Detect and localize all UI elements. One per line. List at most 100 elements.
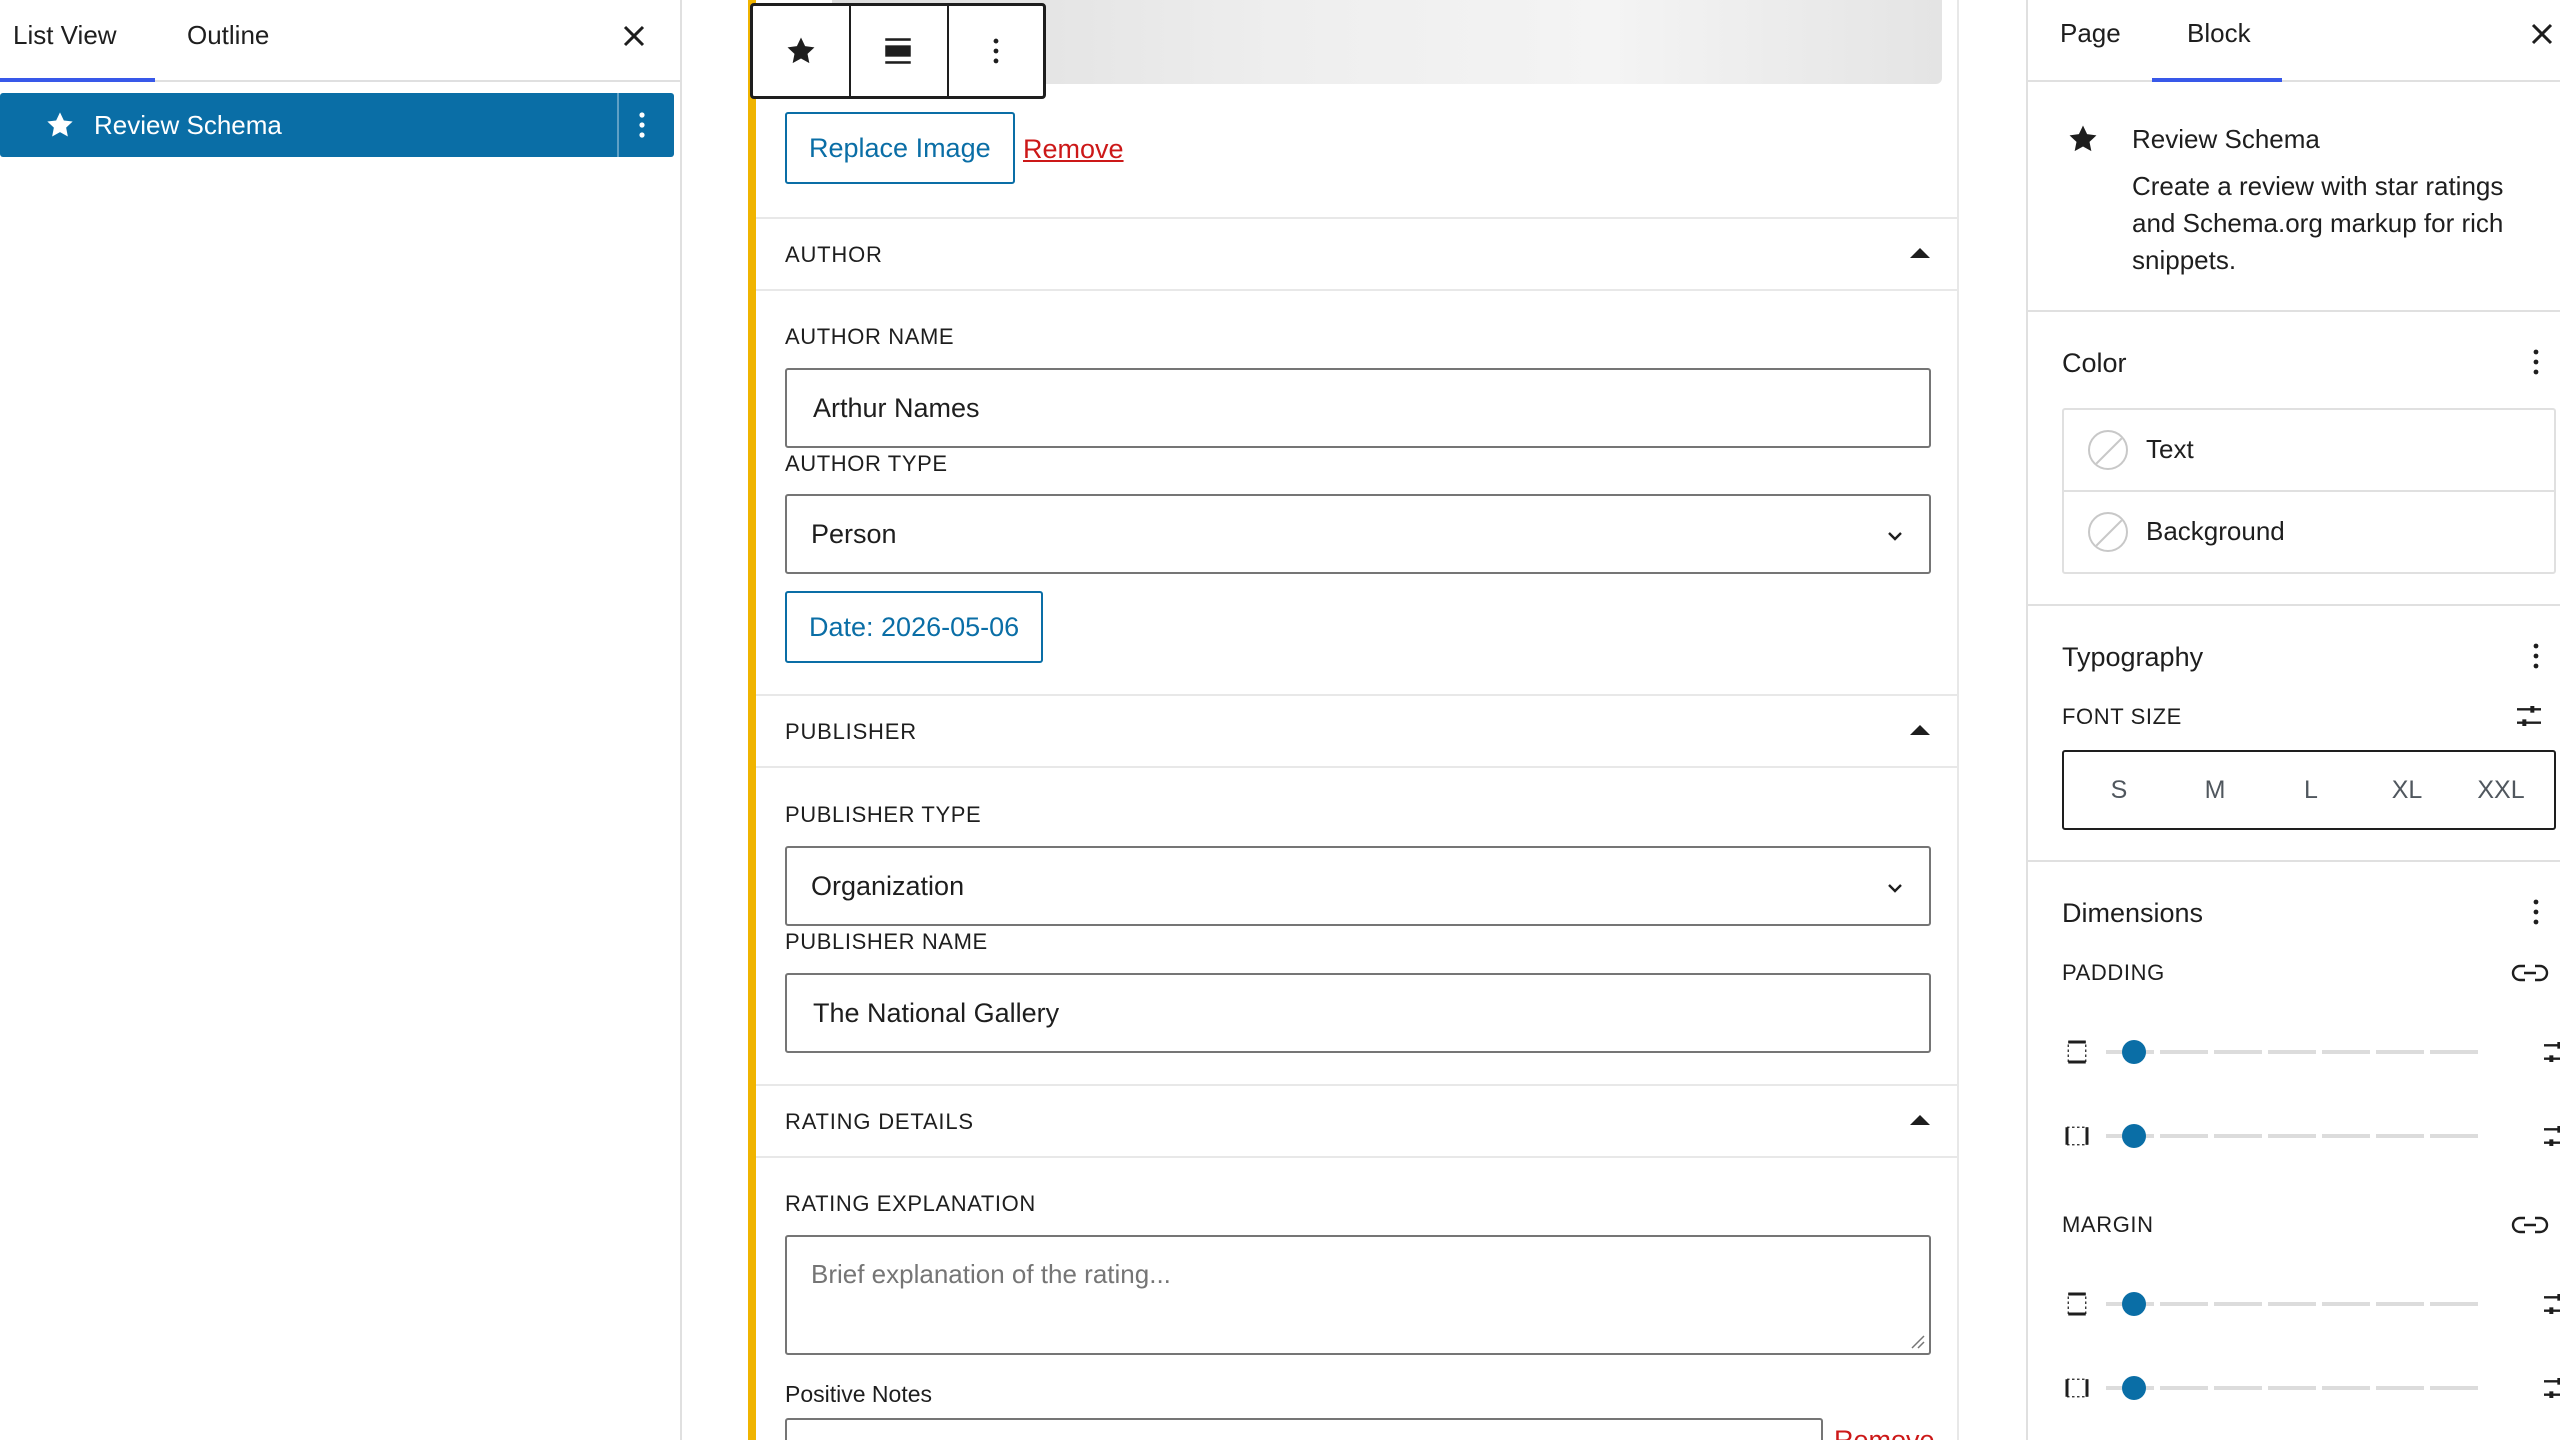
font-size-label: FONT SIZE xyxy=(2062,704,2182,729)
font-size-s[interactable]: S xyxy=(2084,770,2154,810)
caret-up-icon xyxy=(1910,725,1930,735)
publisher-type-value: Organization xyxy=(811,871,965,901)
margin-horizontal-row xyxy=(2062,1368,2560,1408)
font-size-l[interactable]: L xyxy=(2276,770,2346,810)
chevron-down-icon xyxy=(1888,884,1902,893)
padding-horizontal-row xyxy=(2062,1116,2560,1156)
positive-notes-label: Positive Notes xyxy=(785,1381,933,1407)
list-view-panel: List View Outline Review Schema xyxy=(0,0,682,1440)
more-vertical-icon[interactable] xyxy=(2524,636,2548,676)
remove-positive-note-link[interactable]: Remove xyxy=(1834,1425,1935,1440)
author-type-value: Person xyxy=(811,519,897,549)
font-size-xxl[interactable]: XXL xyxy=(2466,770,2536,810)
margin-vertical-icon xyxy=(2067,1292,2087,1316)
margin-label: MARGIN xyxy=(2062,1212,2154,1237)
slider-track[interactable] xyxy=(2106,1050,2482,1054)
block-options-button[interactable] xyxy=(947,6,1043,96)
author-name-label: AUTHOR NAME xyxy=(785,324,955,349)
divider xyxy=(617,93,619,157)
slider-track[interactable] xyxy=(2106,1386,2482,1390)
star-icon xyxy=(47,112,73,137)
settings-sliders-icon[interactable] xyxy=(2540,1120,2560,1152)
font-size-xl[interactable]: XL xyxy=(2372,770,2442,810)
margin-horizontal-icon xyxy=(2065,1378,2089,1398)
rating-explanation-placeholder: Brief explanation of the rating... xyxy=(811,1259,1171,1289)
empty-swatch-icon xyxy=(2088,430,2128,470)
slider-track[interactable] xyxy=(2106,1302,2482,1306)
caret-up-icon xyxy=(1910,1115,1930,1125)
rating-explanation-label: RATING EXPLANATION xyxy=(785,1191,1036,1216)
settings-sliders-icon[interactable] xyxy=(2512,700,2546,732)
slider-thumb[interactable] xyxy=(2122,1376,2146,1400)
more-vertical-icon xyxy=(993,38,999,64)
replace-image-button[interactable]: Replace Image xyxy=(785,112,1015,184)
block-title: Review Schema xyxy=(2132,124,2320,154)
active-tab-indicator xyxy=(0,78,155,82)
chevron-down-icon xyxy=(1888,532,1902,541)
color-option-label: Background xyxy=(2146,516,2285,546)
section-title: RATING DETAILS xyxy=(785,1109,974,1134)
settings-sliders-icon[interactable] xyxy=(2540,1036,2560,1068)
settings-sliders-icon[interactable] xyxy=(2540,1372,2560,1404)
color-option-label: Text xyxy=(2146,434,2194,464)
publisher-section-header[interactable]: PUBLISHER xyxy=(756,694,1957,768)
padding-label: PADDING xyxy=(2062,960,2165,985)
padding-horizontal-icon xyxy=(2065,1126,2089,1146)
dimensions-panel-title: Dimensions xyxy=(2062,898,2204,928)
link-sides-icon[interactable] xyxy=(2510,958,2550,988)
publisher-type-label: PUBLISHER TYPE xyxy=(785,802,982,827)
active-tab-indicator xyxy=(2152,78,2282,82)
align-button[interactable] xyxy=(849,6,945,96)
settings-sliders-icon[interactable] xyxy=(2540,1288,2560,1320)
rating-section-header[interactable]: RATING DETAILS xyxy=(756,1084,1957,1158)
publisher-name-field[interactable]: The National Gallery xyxy=(785,973,1931,1053)
slider-thumb[interactable] xyxy=(2122,1292,2146,1316)
date-button[interactable]: Date: 2026-05-06 xyxy=(785,591,1044,663)
font-size-m[interactable]: M xyxy=(2180,770,2250,810)
slider-thumb[interactable] xyxy=(2122,1124,2146,1148)
rating-explanation-field[interactable]: Brief explanation of the rating... xyxy=(785,1235,1931,1355)
block-type-button[interactable] xyxy=(753,6,849,96)
color-panel-title: Color xyxy=(2062,348,2127,378)
typography-panel-title: Typography xyxy=(2062,642,2204,672)
more-vertical-icon[interactable] xyxy=(2524,342,2548,382)
block-edge xyxy=(1957,0,1959,1440)
positive-note-field[interactable] xyxy=(785,1418,1823,1440)
close-icon[interactable] xyxy=(2524,16,2560,52)
list-item-label: Review Schema xyxy=(94,110,282,140)
color-options: Text Background xyxy=(2062,408,2556,574)
author-type-select[interactable]: Person xyxy=(785,494,1931,574)
list-item-review-schema[interactable]: Review Schema xyxy=(0,93,674,157)
publisher-name-label: PUBLISHER NAME xyxy=(785,929,988,954)
star-icon xyxy=(2069,125,2097,152)
tab-block[interactable]: Block xyxy=(2187,16,2251,50)
caret-up-icon xyxy=(1910,248,1930,258)
tab-list-view[interactable]: List View xyxy=(13,18,117,52)
padding-vertical-row xyxy=(2062,1032,2560,1072)
section-title: PUBLISHER xyxy=(785,719,917,744)
link-sides-icon[interactable] xyxy=(2510,1210,2550,1240)
section-title: AUTHOR xyxy=(785,242,883,267)
slider-track[interactable] xyxy=(2106,1134,2482,1138)
list-view-tabs: List View Outline xyxy=(0,0,680,82)
font-size-picker: S M L XL XXL xyxy=(2062,750,2556,830)
slider-thumb[interactable] xyxy=(2122,1040,2146,1064)
close-icon[interactable] xyxy=(616,18,652,54)
author-section-header[interactable]: AUTHOR xyxy=(756,217,1957,291)
resize-handle-icon[interactable] xyxy=(1907,1331,1925,1349)
more-vertical-icon[interactable] xyxy=(626,105,658,145)
more-vertical-icon[interactable] xyxy=(2524,892,2548,932)
settings-sidebar: Page Block Review Schema Create a review… xyxy=(2026,0,2560,1440)
dimensions-panel: Dimensions PADDING MARGIN xyxy=(2028,862,2560,1440)
padding-vertical-icon xyxy=(2067,1040,2087,1064)
selected-block-border xyxy=(748,0,756,1440)
publisher-type-select[interactable]: Organization xyxy=(785,846,1931,926)
block-card: Review Schema Create a review with star … xyxy=(2028,84,2560,312)
tab-page[interactable]: Page xyxy=(2060,16,2121,50)
block-toolbar xyxy=(750,3,1046,99)
remove-image-link[interactable]: Remove xyxy=(1023,134,1124,165)
background-color-option[interactable]: Background xyxy=(2064,490,2554,570)
text-color-option[interactable]: Text xyxy=(2064,410,2554,490)
tab-outline[interactable]: Outline xyxy=(187,18,269,52)
author-name-field[interactable]: Arthur Names xyxy=(785,368,1931,448)
